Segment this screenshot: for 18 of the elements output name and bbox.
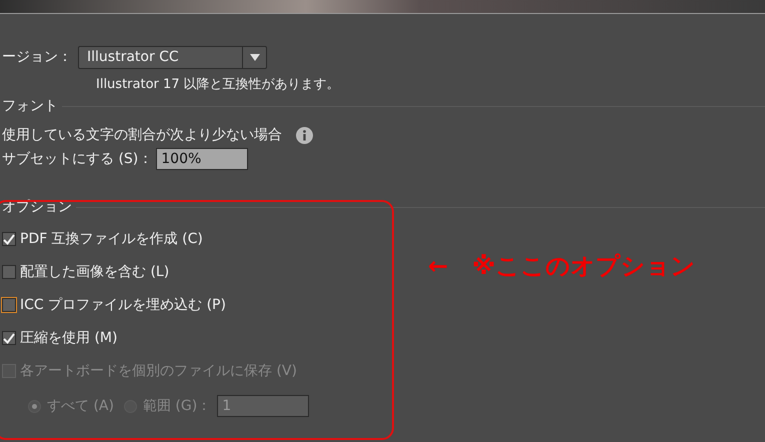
checkbox[interactable] (2, 331, 16, 345)
checkbox-label[interactable]: ICC プロファイルを埋め込む (P) (20, 296, 226, 314)
checkbox[interactable] (2, 232, 16, 246)
compatibility-note: Illustrator 17 以降と互換性があります。 (96, 76, 340, 93)
annotation-text: ※ここのオプション (472, 251, 696, 282)
caret-icon (250, 54, 260, 60)
version-dropdown[interactable]: Illustrator CC (78, 46, 267, 68)
section-heading: フォント (2, 97, 58, 115)
arrow-annotation: ← (428, 252, 448, 280)
checkbox-label[interactable]: 圧縮を使用 (M) (20, 329, 118, 347)
info-icon[interactable] (296, 126, 313, 144)
version-label: ージョン： (2, 48, 72, 66)
checkbox-label[interactable]: 配置した画像を含む (L) (20, 263, 170, 281)
checkbox[interactable] (2, 265, 16, 279)
checkbox-label[interactable]: PDF 互換ファイルを作成 (C) (20, 230, 203, 248)
subset-input[interactable]: 100% (156, 148, 248, 170)
font-description: 使用している文字の割合が次より少ない場合 (2, 126, 282, 144)
subset-label: サブセットにする (S)： (2, 150, 152, 168)
